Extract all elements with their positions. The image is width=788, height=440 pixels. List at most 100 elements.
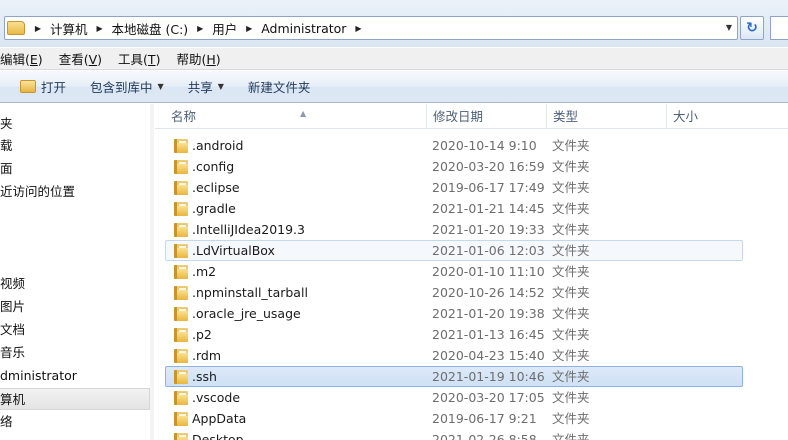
file-row[interactable]: .m2 2020-01-10 11:10 文件夹 [165, 261, 743, 282]
breadcrumb-computer[interactable]: 计算机 [45, 19, 93, 38]
folder-icon [174, 391, 188, 405]
chevron-right-icon[interactable]: ▶ [242, 24, 256, 33]
file-row[interactable]: .oracle_jre_usage 2021-01-20 19:38 文件夹 [165, 303, 743, 324]
file-row[interactable]: Desktop 2021-02-26 8:58 文件夹 [165, 429, 743, 440]
nav-item-music[interactable]: 音乐 [0, 342, 150, 364]
file-type: 文件夹 [552, 222, 590, 237]
refresh-icon: ↻ [746, 20, 758, 36]
chevron-down-icon: ▼ [217, 82, 224, 91]
column-header-type[interactable]: 类型 [547, 104, 667, 129]
address-bar[interactable]: ▶ 计算机 ▶ 本地磁盘 (C:) ▶ 用户 ▶ Administrator ▶… [4, 16, 738, 40]
nav-item-computer[interactable]: 算机 [0, 388, 150, 410]
file-row[interactable]: .LdVirtualBox 2021-01-06 12:03 文件夹 [165, 240, 743, 261]
chevron-right-icon[interactable]: ▶ [31, 24, 45, 33]
menu-help[interactable]: 帮助(H) [168, 49, 228, 68]
nav-item-recent-places[interactable]: 近访问的位置 [0, 181, 150, 203]
menu-tools-accel: T [147, 52, 156, 67]
nav-item-desktop[interactable]: 面 [0, 158, 150, 180]
file-type: 文件夹 [552, 180, 590, 195]
file-row[interactable]: .p2 2021-01-13 16:45 文件夹 [165, 324, 743, 345]
chevron-right-icon[interactable]: ▶ [93, 24, 107, 33]
file-type: 文件夹 [552, 432, 590, 440]
file-name: .eclipse [192, 180, 240, 195]
new-folder-button[interactable]: 新建文件夹 [236, 71, 323, 102]
nav-item-favorites[interactable]: 夹 [0, 113, 150, 135]
file-row[interactable]: .IntelliJIdea2019.3 2021-01-20 19:33 文件夹 [165, 219, 743, 240]
address-row: ▶ 计算机 ▶ 本地磁盘 (C:) ▶ 用户 ▶ Administrator ▶… [0, 0, 788, 47]
share-button[interactable]: 共享 ▼ [176, 71, 236, 102]
nav-item-documents[interactable]: 文档 [0, 319, 150, 341]
menu-edit-label: 编辑( [0, 52, 30, 67]
chevron-right-icon[interactable]: ▶ [193, 24, 207, 33]
folder-icon [174, 412, 188, 426]
file-name: Desktop [192, 432, 244, 440]
menu-view[interactable]: 查看(V) [51, 49, 110, 68]
folder-icon [174, 244, 188, 258]
file-modified: 2020-01-10 11:10 [432, 264, 545, 279]
share-label: 共享 [187, 80, 213, 95]
file-type: 文件夹 [552, 201, 590, 216]
menu-tools[interactable]: 工具(T) [110, 49, 168, 68]
folder-icon [174, 328, 188, 342]
chevron-down-icon[interactable]: ▼ [721, 17, 737, 39]
file-name: .rdm [192, 348, 222, 363]
file-row[interactable]: .config 2020-03-20 16:59 文件夹 [165, 156, 743, 177]
nav-scrollbar[interactable] [150, 104, 154, 440]
include-in-library-button[interactable]: 包含到库中 ▼ [78, 71, 176, 102]
file-row[interactable]: AppData 2019-06-17 9:21 文件夹 [165, 408, 743, 429]
column-header-size[interactable]: 大小 [667, 104, 788, 129]
folder-icon [174, 265, 188, 279]
column-name-label: 名称 [171, 109, 197, 124]
file-name: .android [192, 138, 244, 153]
file-row[interactable]: .ssh 2021-01-19 10:46 文件夹 [165, 366, 743, 387]
nav-item-downloads[interactable]: 载 [0, 135, 150, 157]
file-modified: 2021-02-26 8:58 [432, 432, 537, 440]
menu-tools-label: 工具( [118, 52, 148, 67]
folder-icon [174, 307, 188, 321]
menu-edit[interactable]: 编辑(E) [0, 49, 51, 68]
file-modified: 2020-03-20 16:59 [432, 159, 545, 174]
file-type: 文件夹 [552, 264, 590, 279]
file-modified: 2021-01-20 19:38 [432, 306, 545, 321]
column-modified-label: 修改日期 [433, 109, 484, 124]
new-folder-label: 新建文件夹 [247, 80, 311, 95]
column-header-modified[interactable]: 修改日期 [427, 104, 547, 129]
sort-ascending-icon: ▲ [300, 109, 307, 118]
menu-edit-tail: ) [37, 52, 43, 67]
file-modified: 2019-06-17 9:21 [432, 411, 537, 426]
breadcrumb-administrator[interactable]: Administrator [256, 21, 351, 36]
menu-help-accel: H [206, 52, 216, 67]
breadcrumb-local-disk[interactable]: 本地磁盘 (C:) [107, 19, 194, 38]
file-row[interactable]: .npminstall_tarball 2020-10-26 14:52 文件夹 [165, 282, 743, 303]
file-modified: 2021-01-21 14:45 [432, 201, 545, 216]
nav-item-administrator[interactable]: dministrator [0, 365, 150, 387]
chevron-right-icon[interactable]: ▶ [351, 24, 365, 33]
folder-icon [174, 202, 188, 216]
open-button[interactable]: 打开 [0, 71, 78, 102]
file-name: .ssh [192, 369, 217, 384]
file-name: .config [192, 159, 235, 174]
search-input[interactable] [770, 16, 788, 40]
folder-icon [7, 21, 25, 35]
file-list: 名称 ▲ 修改日期 类型 大小 .android 2020-10-14 9:10 文… [155, 104, 788, 440]
navigation-pane: 夹 载 面 近访问的位置 视频 图片 文档 音乐 dministrator 算机… [0, 104, 154, 440]
open-folder-icon [20, 80, 36, 93]
file-name: .m2 [192, 264, 217, 279]
file-modified: 2021-01-19 10:46 [432, 369, 545, 384]
file-modified: 2020-10-26 14:52 [432, 285, 545, 300]
refresh-button[interactable]: ↻ [740, 16, 764, 40]
column-header-name[interactable]: 名称 ▲ [165, 104, 427, 129]
nav-item-pictures[interactable]: 图片 [0, 296, 150, 318]
file-type: 文件夹 [552, 348, 590, 363]
breadcrumb-users[interactable]: 用户 [207, 19, 242, 38]
folder-icon [174, 139, 188, 153]
column-type-label: 类型 [553, 109, 579, 124]
column-size-label: 大小 [673, 109, 699, 124]
nav-item-network[interactable]: 络 [0, 411, 150, 433]
nav-item-videos[interactable]: 视频 [0, 273, 150, 295]
file-row[interactable]: .vscode 2020-03-20 17:05 文件夹 [165, 387, 743, 408]
file-row[interactable]: .eclipse 2019-06-17 17:49 文件夹 [165, 177, 743, 198]
file-row[interactable]: .rdm 2020-04-23 15:40 文件夹 [165, 345, 743, 366]
file-row[interactable]: .gradle 2021-01-21 14:45 文件夹 [165, 198, 743, 219]
file-row[interactable]: .android 2020-10-14 9:10 文件夹 [165, 135, 743, 156]
